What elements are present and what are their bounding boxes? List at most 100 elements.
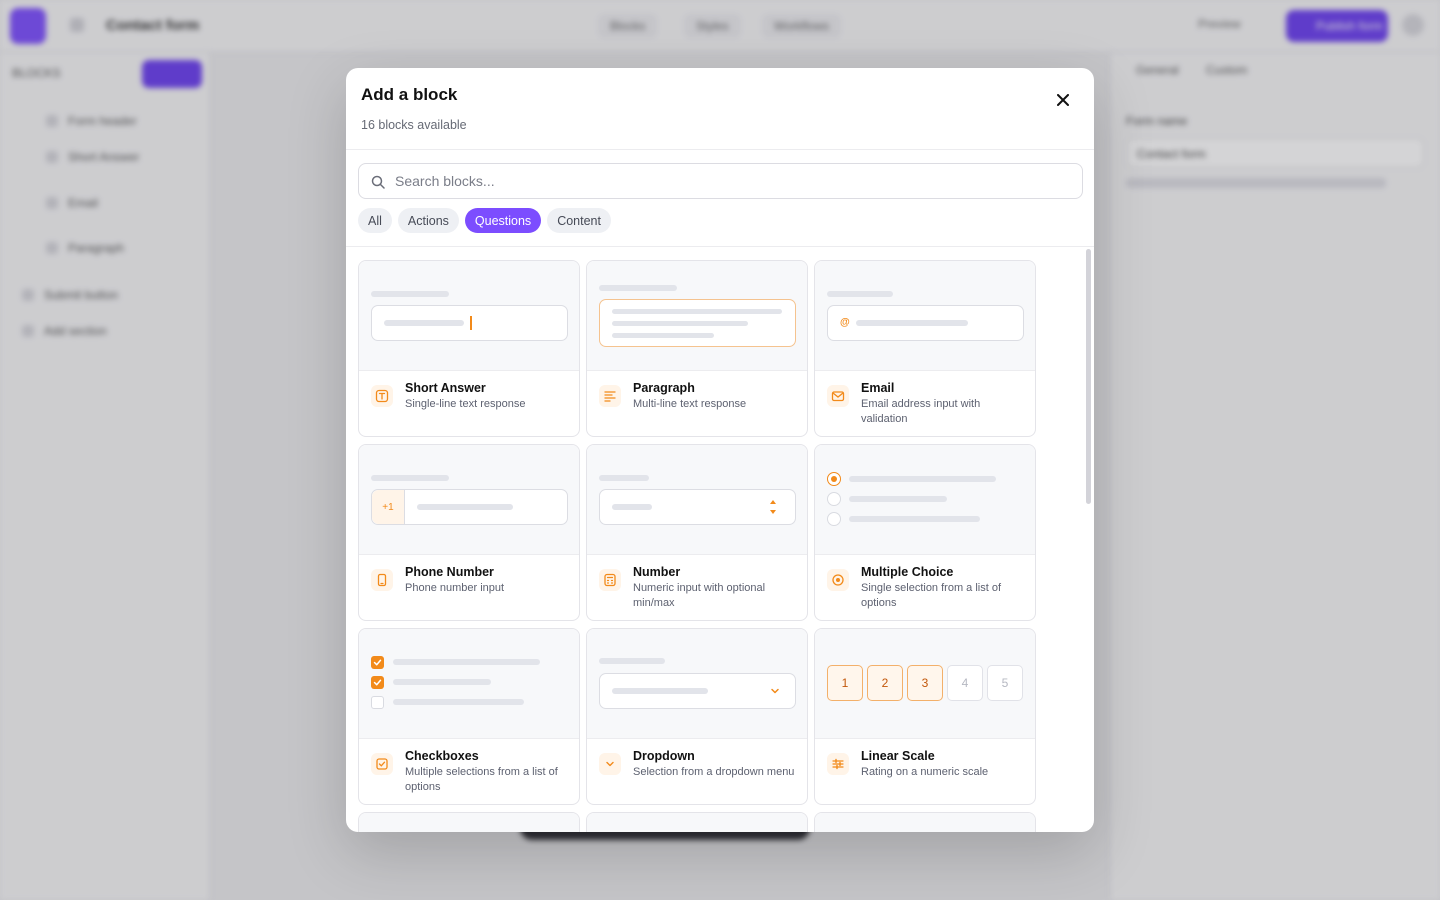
block-card-email[interactable]: @ Email Email address input with validat… [814, 260, 1036, 437]
preview-option-line [849, 516, 980, 522]
block-preview [359, 629, 579, 739]
block-card-phone-number[interactable]: +1 Phone Number Phone number input [358, 444, 580, 621]
preview-label-line [371, 475, 449, 481]
sliders-icon [827, 753, 849, 775]
block-preview: @ [815, 261, 1035, 371]
paragraph-icon [599, 385, 621, 407]
block-title: Phone Number [405, 565, 494, 579]
block-title: Linear Scale [861, 749, 935, 763]
block-preview [815, 445, 1035, 555]
preview-text-line [417, 504, 513, 510]
text-icon [371, 385, 393, 407]
preview-text-line [612, 688, 708, 694]
search-box [358, 163, 1083, 199]
filter-chips: All Actions Questions Content [358, 208, 611, 233]
block-preview [587, 261, 807, 371]
block-info: Phone Number Phone number input [359, 555, 579, 620]
block-preview [815, 813, 1035, 832]
preview-caret [470, 316, 472, 330]
preview-label-line [827, 291, 893, 297]
modal-title: Add a block [361, 85, 458, 104]
radio-icon [827, 569, 849, 591]
mail-icon [827, 385, 849, 407]
scale-option: 4 [947, 665, 983, 701]
preview-input [599, 489, 796, 525]
block-info: Paragraph Multi-line text response [587, 371, 807, 436]
check-icon [373, 659, 382, 666]
blocks-count: 16 blocks available [361, 118, 467, 132]
block-preview: 1 2 3 4 5 [815, 629, 1035, 739]
scrollbar[interactable] [1086, 249, 1091, 504]
block-title: Short Answer [405, 381, 486, 395]
scale-option: 3 [907, 665, 943, 701]
filter-content[interactable]: Content [547, 208, 611, 233]
preview-text-line [612, 333, 714, 338]
block-preview [359, 261, 579, 371]
stepper-arrows-icon [770, 500, 776, 514]
preview-text-line [856, 320, 968, 326]
phone-prefix: +1 [372, 490, 405, 524]
filter-actions[interactable]: Actions [397, 208, 459, 233]
block-info: Checkboxes Multiple selections from a li… [359, 739, 579, 804]
preview-label-line [371, 291, 449, 297]
checkbox-checked [371, 656, 384, 669]
block-card-partial[interactable] [358, 812, 580, 832]
block-title: Paragraph [633, 381, 695, 395]
scale-option: 1 [827, 665, 863, 701]
chevron-down-icon [771, 688, 779, 694]
block-card-linear-scale[interactable]: 1 2 3 4 5 Linear Scale Rating on a numer… [814, 628, 1036, 805]
block-card-short-answer[interactable]: Short Answer Single-line text response [358, 260, 580, 437]
checkbox-icon [371, 753, 393, 775]
chevron-down-icon [599, 753, 621, 775]
preview-input [371, 305, 568, 341]
preview-label-line [599, 475, 649, 481]
block-title: Email [861, 381, 895, 395]
preview-input: +1 [371, 489, 568, 525]
block-preview [587, 445, 807, 555]
block-description: Rating on a numeric scale [861, 766, 989, 778]
preview-input: @ [827, 305, 1024, 341]
block-title: Number [633, 565, 681, 579]
block-info: Short Answer Single-line text response [359, 371, 579, 436]
block-description: Multi-line text response [633, 398, 747, 410]
preview-label-line [599, 285, 677, 291]
blocks-grid: Short Answer Single-line text response P… [358, 260, 1036, 832]
search-input[interactable] [395, 170, 1065, 192]
block-description: Numeric input with optional min/max [633, 582, 766, 609]
phone-icon [371, 569, 393, 591]
block-card-dropdown[interactable]: Dropdown Selection from a dropdown menu [586, 628, 808, 805]
block-info: Linear Scale Rating on a numeric scale [815, 739, 1035, 804]
block-title: Checkboxes [405, 749, 479, 763]
close-button[interactable] [1052, 89, 1074, 111]
scale-option: 2 [867, 665, 903, 701]
block-card-paragraph[interactable]: Paragraph Multi-line text response [586, 260, 808, 437]
filter-all[interactable]: All [358, 208, 392, 233]
checkbox-checked [371, 676, 384, 689]
block-preview: +1 [359, 445, 579, 555]
radio-option [827, 512, 841, 526]
radio-selected [827, 472, 841, 486]
block-description: Single selection from a list of options [861, 582, 1002, 609]
search-icon [371, 175, 385, 189]
at-symbol: @ [840, 317, 850, 328]
blocks-list[interactable]: Short Answer Single-line text response P… [346, 247, 1094, 832]
block-info: Dropdown Selection from a dropdown menu [587, 739, 807, 804]
block-card-multiple-choice[interactable]: Multiple Choice Single selection from a … [814, 444, 1036, 621]
block-info: Email Email address input with validatio… [815, 371, 1035, 436]
block-card-partial[interactable] [814, 812, 1036, 832]
preview-label-line [599, 658, 665, 664]
filter-questions[interactable]: Questions [464, 208, 542, 233]
preview-option-line [393, 659, 540, 665]
block-title: Multiple Choice [861, 565, 954, 579]
block-description: Multiple selections from a list of optio… [405, 766, 558, 793]
radio-option [827, 492, 841, 506]
calculator-icon [599, 569, 621, 591]
block-card-checkboxes[interactable]: Checkboxes Multiple selections from a li… [358, 628, 580, 805]
preview-option-line [849, 496, 947, 502]
preview-text-line [612, 321, 748, 326]
block-description: Phone number input [405, 582, 505, 594]
block-card-partial[interactable] [586, 812, 808, 832]
block-preview [359, 813, 579, 832]
block-card-number[interactable]: Number Numeric input with optional min/m… [586, 444, 808, 621]
preview-option-line [393, 679, 491, 685]
